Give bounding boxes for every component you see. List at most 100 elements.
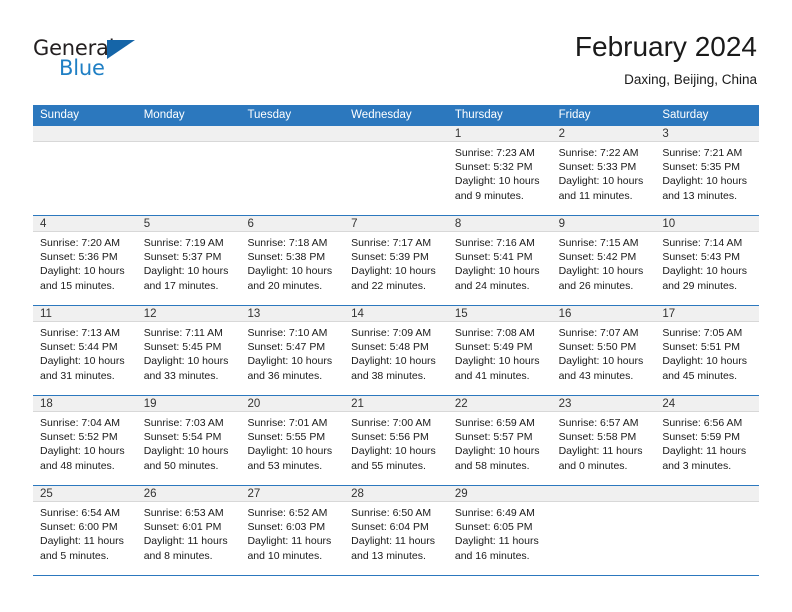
calendar-page: General Blue February 2024 Daxing, Beiji… (0, 0, 792, 612)
calendar-day-cell[interactable]: 10 Sunrise: 7:14 AM Sunset: 5:43 PM Dayligh… (655, 216, 760, 305)
day-number: 5 (143, 218, 151, 230)
day-number: 14 (351, 308, 364, 320)
calendar-week-row: 4 Sunrise: 7:20 AM Sunset: 5:36 PM Daylight… (33, 216, 760, 306)
day-details: Sunrise: 6:52 AM Sunset: 6:03 PM Daylight:… (240, 502, 344, 563)
calendar-day-cell[interactable]: 5 Sunrise: 7:19 AM Sunset: 5:37 PM Daylight… (136, 216, 241, 305)
calendar-day-cell[interactable]: 12 Sunrise: 7:11 AM Sunset: 5:45 PM Dayligh… (136, 306, 241, 395)
daylight-duration-line2: and 58 minutes. (454, 459, 530, 472)
calendar-day-cell[interactable]: 13 Sunrise: 7:10 AM Sunset: 5:47 PM Dayligh… (240, 306, 345, 395)
day-number-strip (240, 126, 345, 142)
day-details: Sunrise: 7:22 AM Sunset: 5:33 PM Daylight:… (552, 142, 656, 203)
day-number: 22 (454, 398, 468, 410)
daylight-duration-line2: and 38 minutes. (351, 369, 426, 382)
daylight-duration-line1: Daylight: 10 hours (351, 355, 436, 368)
daylight-duration-line2: and 16 minutes. (454, 549, 530, 562)
sunrise-time: Sunrise: 7:16 AM (454, 237, 535, 249)
calendar-day-cell[interactable]: 18 Sunrise: 7:04 AM Sunset: 5:52 PM Dayligh… (33, 396, 137, 485)
calendar-day-cell[interactable]: 6 Sunrise: 7:18 AM Sunset: 5:38 PM Daylight… (240, 216, 345, 305)
sunrise-time: Sunrise: 6:49 AM (454, 507, 535, 519)
daylight-duration-line2: and 48 minutes. (40, 459, 115, 472)
calendar-day-cell[interactable]: 28 Sunrise: 6:50 AM Sunset: 6:04 PM Dayligh… (344, 486, 448, 575)
calendar-day-cell[interactable]: 7 Sunrise: 7:17 AM Sunset: 5:39 PM Daylight… (344, 216, 448, 305)
daylight-duration-line1: Daylight: 10 hours (662, 265, 747, 278)
day-number-strip (551, 216, 656, 232)
sunset-time: Sunset: 6:03 PM (247, 521, 326, 534)
calendar-day-cell[interactable]: 29 Sunrise: 6:49 AM Sunset: 6:05 PM Dayligh… (447, 486, 552, 575)
sunrise-time: Sunrise: 7:13 AM (40, 327, 120, 339)
daylight-duration-line1: Daylight: 10 hours (662, 175, 747, 188)
sunset-time: Sunset: 6:00 PM (40, 521, 118, 534)
calendar-week-row: 11 Sunrise: 7:13 AM Sunset: 5:44 PM Dayligh… (33, 306, 760, 396)
daylight-duration-line1: Daylight: 11 hours (143, 535, 228, 548)
daylight-duration-line1: Daylight: 10 hours (40, 265, 125, 278)
day-number: 9 (558, 218, 565, 230)
calendar-day-cell[interactable]: 1 Sunrise: 7:23 AM Sunset: 5:32 PM Daylight… (447, 126, 552, 215)
daylight-duration-line2: and 41 minutes. (454, 369, 530, 382)
calendar-grid: Sunday Monday Tuesday Wednesday Thursday… (33, 105, 760, 576)
sunrise-time: Sunrise: 7:09 AM (351, 327, 432, 339)
calendar-week-row: 18 Sunrise: 7:04 AM Sunset: 5:52 PM Dayligh… (33, 396, 760, 486)
sunrise-time: Sunrise: 7:08 AM (454, 327, 535, 339)
day-number: 18 (40, 398, 53, 410)
calendar-day-cell[interactable]: 26 Sunrise: 6:53 AM Sunset: 6:01 PM Dayligh… (136, 486, 241, 575)
daylight-duration-line1: Daylight: 10 hours (143, 445, 229, 458)
day-details: Sunrise: 7:03 AM Sunset: 5:54 PM Daylight:… (137, 412, 241, 473)
day-details: Sunrise: 6:59 AM Sunset: 5:57 PM Daylight:… (448, 412, 552, 473)
day-details: Sunrise: 6:57 AM Sunset: 5:58 PM Daylight:… (552, 412, 656, 473)
calendar-day-cell[interactable]: 21 Sunrise: 7:00 AM Sunset: 5:56 PM Dayligh… (344, 396, 448, 485)
daylight-duration-line2: and 0 minutes. (558, 459, 628, 472)
calendar-day-cell[interactable]: 16 Sunrise: 7:07 AM Sunset: 5:50 PM Dayligh… (551, 306, 656, 395)
sunrise-time: Sunrise: 6:57 AM (558, 417, 639, 429)
day-number-strip (655, 126, 760, 142)
daylight-duration-line1: Daylight: 10 hours (454, 175, 540, 188)
sunrise-time: Sunrise: 7:22 AM (558, 147, 639, 159)
day-details: Sunrise: 7:23 AM Sunset: 5:32 PM Daylight:… (448, 142, 552, 203)
daylight-duration-line2: and 31 minutes. (40, 369, 115, 382)
calendar-day-cell[interactable]: 27 Sunrise: 6:52 AM Sunset: 6:03 PM Dayligh… (240, 486, 345, 575)
daylight-duration-line2: and 10 minutes. (247, 549, 323, 562)
daylight-duration-line1: Daylight: 11 hours (40, 535, 124, 548)
calendar-day-cell[interactable]: 24 Sunrise: 6:56 AM Sunset: 5:59 PM Dayligh… (655, 396, 760, 485)
calendar-day-cell[interactable]: 3 Sunrise: 7:21 AM Sunset: 5:35 PM Daylight… (655, 126, 760, 215)
daylight-duration-line1: Daylight: 10 hours (558, 355, 644, 368)
calendar-day-cell[interactable]: 15 Sunrise: 7:08 AM Sunset: 5:49 PM Dayligh… (447, 306, 552, 395)
sunset-time: Sunset: 6:05 PM (454, 521, 533, 534)
calendar-day-cell[interactable]: 23 Sunrise: 6:57 AM Sunset: 5:58 PM Dayligh… (551, 396, 656, 485)
calendar-day-cell[interactable]: 20 Sunrise: 7:01 AM Sunset: 5:55 PM Dayligh… (240, 396, 345, 485)
day-number: 29 (454, 488, 468, 500)
daylight-duration-line1: Daylight: 10 hours (143, 265, 229, 278)
sunset-time: Sunset: 5:43 PM (662, 251, 740, 264)
sunset-time: Sunset: 5:33 PM (558, 161, 637, 174)
calendar-day-cell[interactable]: 17 Sunrise: 7:05 AM Sunset: 5:51 PM Dayligh… (655, 306, 760, 395)
calendar-day-cell[interactable]: 11 Sunrise: 7:13 AM Sunset: 5:44 PM Dayligh… (33, 306, 137, 395)
calendar-day-cell-empty (136, 126, 241, 215)
daylight-duration-line1: Daylight: 10 hours (454, 355, 540, 368)
calendar-day-cell[interactable]: 25 Sunrise: 6:54 AM Sunset: 6:00 PM Dayligh… (33, 486, 137, 575)
calendar-day-cell[interactable]: 2 Sunrise: 7:22 AM Sunset: 5:33 PM Daylight… (551, 126, 656, 215)
sunset-time: Sunset: 5:35 PM (662, 161, 740, 174)
sunset-time: Sunset: 5:50 PM (558, 341, 637, 354)
day-number-strip (136, 126, 241, 142)
day-number: 25 (40, 488, 53, 500)
calendar-day-cell-empty (655, 486, 760, 575)
day-number-strip (447, 126, 552, 142)
calendar-day-cell[interactable]: 9 Sunrise: 7:15 AM Sunset: 5:42 PM Daylight… (551, 216, 656, 305)
sunrise-time: Sunrise: 7:01 AM (247, 417, 328, 429)
general-blue-logo[interactable]: General Blue (33, 36, 153, 84)
daylight-duration-line1: Daylight: 10 hours (247, 355, 333, 368)
daylight-duration-line2: and 29 minutes. (662, 279, 738, 292)
day-details: Sunrise: 7:21 AM Sunset: 5:35 PM Daylight:… (655, 142, 759, 203)
sunrise-time: Sunrise: 7:05 AM (662, 327, 743, 339)
calendar-day-cell[interactable]: 8 Sunrise: 7:16 AM Sunset: 5:41 PM Daylight… (447, 216, 552, 305)
day-number: 24 (662, 398, 676, 410)
calendar-day-cell[interactable]: 14 Sunrise: 7:09 AM Sunset: 5:48 PM Dayligh… (344, 306, 448, 395)
day-number: 3 (662, 128, 669, 140)
day-number-strip (447, 216, 552, 232)
calendar-day-cell-empty (551, 486, 656, 575)
calendar-day-cell[interactable]: 19 Sunrise: 7:03 AM Sunset: 5:54 PM Dayligh… (136, 396, 241, 485)
calendar-week-row: 1 Sunrise: 7:23 AM Sunset: 5:32 PM Daylight… (33, 126, 760, 216)
day-details: Sunrise: 7:20 AM Sunset: 5:36 PM Daylight:… (33, 232, 137, 293)
calendar-day-cell[interactable]: 4 Sunrise: 7:20 AM Sunset: 5:36 PM Daylight… (33, 216, 137, 305)
daylight-duration-line1: Daylight: 10 hours (558, 175, 644, 188)
calendar-day-cell[interactable]: 22 Sunrise: 6:59 AM Sunset: 5:57 PM Dayligh… (447, 396, 552, 485)
